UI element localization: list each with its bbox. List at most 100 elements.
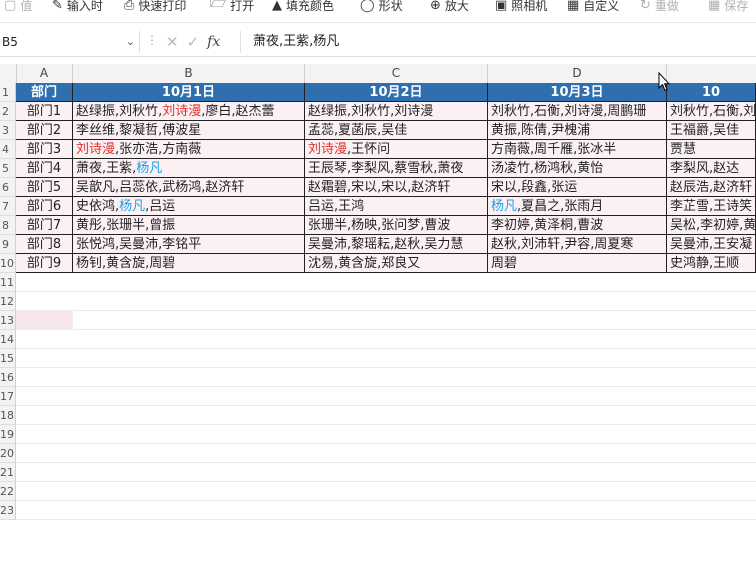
table-cell[interactable]: 萧夜,王紫,杨凡: [73, 159, 305, 178]
table-cell[interactable]: 史鸿静,王顺: [667, 254, 756, 273]
row-header[interactable]: 20: [0, 444, 16, 463]
department-cell[interactable]: 部门6: [16, 197, 73, 216]
department-cell[interactable]: 部门1: [16, 102, 73, 121]
table-cell[interactable]: 贾慧: [667, 140, 756, 159]
department-cell[interactable]: 部门8: [16, 235, 73, 254]
row-header[interactable]: 18: [0, 406, 16, 425]
row-header[interactable]: 13: [0, 311, 16, 330]
toolbar-button-1[interactable]: ▢ 值: [4, 0, 32, 16]
department-cell[interactable]: 部门7: [16, 216, 73, 235]
toolbar-button-3[interactable]: ⎙ 快速打印: [124, 0, 186, 16]
row-header[interactable]: 8: [0, 216, 16, 235]
table-cell[interactable]: 赵秋,刘沛轩,尹容,周夏寒: [488, 235, 667, 254]
header-cell[interactable]: 10: [667, 83, 756, 102]
row-header[interactable]: 12: [0, 292, 16, 311]
select-all-corner[interactable]: [0, 64, 17, 83]
row-header[interactable]: 7: [0, 197, 16, 216]
column-header-b[interactable]: B: [73, 64, 305, 83]
cancel-icon[interactable]: ✕: [166, 33, 179, 51]
table-cell[interactable]: 史依鸿,杨凡,吕运: [73, 197, 305, 216]
toolbar-button-10[interactable]: ↻ 重做: [640, 0, 679, 16]
toolbar-button-8[interactable]: ▣ 照相机: [495, 0, 547, 16]
row-header[interactable]: 4: [0, 140, 16, 159]
table-cell[interactable]: 赵绿振,刘秋竹,刘诗漫,廖白,赵杰蕾: [73, 102, 305, 121]
table-cell[interactable]: 周碧: [488, 254, 667, 273]
department-cell[interactable]: 部门3: [16, 140, 73, 159]
toolbar-button-7[interactable]: ⊕ 放大: [430, 0, 469, 16]
confirm-icon[interactable]: ✓: [187, 33, 200, 51]
department-cell[interactable]: 部门4: [16, 159, 73, 178]
toolbar-button-2[interactable]: ✎ 输入时: [52, 0, 103, 16]
header-cell[interactable]: 部门: [16, 83, 73, 102]
cell-text: 张珊半,杨映,张问梦,曹波: [308, 218, 451, 233]
cell-text: 部门5: [26, 180, 62, 195]
table-cell[interactable]: 吴松,李初婷,黄: [667, 216, 756, 235]
row-header[interactable]: 5: [0, 159, 16, 178]
toolbar-button-11[interactable]: ▦ 保存: [708, 0, 748, 16]
table-cell[interactable]: 刘诗漫,张亦浩,方南薇: [73, 140, 305, 159]
table-cell[interactable]: 张珊半,杨映,张问梦,曹波: [305, 216, 488, 235]
toolbar-button-9[interactable]: ▦ 自定义: [567, 0, 619, 16]
table-cell[interactable]: 王福爵,吴佳: [667, 121, 756, 140]
table-cell[interactable]: 刘诗漫,王怀问: [305, 140, 488, 159]
name-box[interactable]: B5 ⌄: [0, 31, 140, 53]
header-cell[interactable]: 10月3日: [488, 83, 667, 102]
row-header[interactable]: 16: [0, 368, 16, 387]
table-cell[interactable]: 宋以,段鑫,张运: [488, 178, 667, 197]
department-cell[interactable]: 部门2: [16, 121, 73, 140]
table-cell[interactable]: 刘秋竹,石衡,刘: [667, 102, 756, 121]
table-cell[interactable]: 吴曼沛,黎瑶耘,赵秋,吴力慧: [305, 235, 488, 254]
toolbar-button-4[interactable]: 🗁 打开: [210, 0, 254, 16]
table-cell[interactable]: 李初婷,黄泽桐,曹波: [488, 216, 667, 235]
table-cell[interactable]: 刘秋竹,石衡,刘诗漫,周鹏珊: [488, 102, 667, 121]
toolbar-button-label: 值: [20, 0, 33, 13]
row-header[interactable]: 11: [0, 273, 16, 292]
column-header-c[interactable]: C: [305, 64, 488, 83]
table-cell[interactable]: 黄彤,张珊半,曾振: [73, 216, 305, 235]
row-header[interactable]: 14: [0, 330, 16, 349]
table-cell[interactable]: 赵辰浩,赵济轩: [667, 178, 756, 197]
row-header[interactable]: 3: [0, 121, 16, 140]
row-header[interactable]: 17: [0, 387, 16, 406]
table-cell[interactable]: 杨钊,黄含旋,周碧: [73, 254, 305, 273]
chevron-down-icon[interactable]: ⌄: [126, 31, 135, 53]
function-icon[interactable]: fx: [207, 34, 220, 50]
column-header-a[interactable]: A: [16, 64, 73, 83]
table-cell[interactable]: 赵霜碧,宋以,宋以,赵济轩: [305, 178, 488, 197]
table-cell[interactable]: 李梨风,赵达: [667, 159, 756, 178]
table-cell[interactable]: 方南薇,周千雁,张冰半: [488, 140, 667, 159]
row-header[interactable]: 9: [0, 235, 16, 254]
table-cell[interactable]: 李丝维,黎凝哲,傅波星: [73, 121, 305, 140]
row-header[interactable]: 23: [0, 501, 16, 520]
table-cell[interactable]: 赵绿振,刘秋竹,刘诗漫: [305, 102, 488, 121]
table-cell[interactable]: 王辰琴,李梨风,蔡雪秋,萧夜: [305, 159, 488, 178]
header-cell[interactable]: 10月2日: [305, 83, 488, 102]
table-cell[interactable]: 黄振,陈倩,尹槐浦: [488, 121, 667, 140]
table-cell[interactable]: 张悦鸿,吴曼沛,李铭平: [73, 235, 305, 254]
header-cell[interactable]: 10月1日: [73, 83, 305, 102]
row-header[interactable]: 1: [0, 83, 16, 102]
toolbar-button-6[interactable]: ◯ 形状: [360, 0, 403, 16]
formula-input[interactable]: 萧夜,王紫,杨凡: [240, 31, 756, 53]
table-cell[interactable]: 杨凡,夏昌之,张雨月: [488, 197, 667, 216]
row-header[interactable]: 2: [0, 102, 16, 121]
department-cell[interactable]: 部门5: [16, 178, 73, 197]
table-cell[interactable]: 李芷雪,王诗笑: [667, 197, 756, 216]
row-header[interactable]: 10: [0, 254, 16, 273]
row-header[interactable]: 21: [0, 463, 16, 482]
column-header-d[interactable]: D: [488, 64, 667, 83]
table-cell[interactable]: 沈易,黄含旋,郑良又: [305, 254, 488, 273]
table-cell[interactable]: 吕运,王鸿: [305, 197, 488, 216]
table-cell[interactable]: 吴歆凡,吕蕊依,武杨鸿,赵济轩: [73, 178, 305, 197]
row-header[interactable]: 6: [0, 178, 16, 197]
table-cell[interactable]: 孟蕊,夏菡辰,吴佳: [305, 121, 488, 140]
column-header-e[interactable]: [667, 64, 756, 83]
table-cell[interactable]: 吴曼沛,王安凝: [667, 235, 756, 254]
row-header[interactable]: 19: [0, 425, 16, 444]
row-header[interactable]: 22: [0, 482, 16, 501]
row-header[interactable]: 15: [0, 349, 16, 368]
table-cell[interactable]: 汤凌竹,杨鸿秋,黄怡: [488, 159, 667, 178]
empty-row: [16, 368, 756, 387]
department-cell[interactable]: 部门9: [16, 254, 73, 273]
toolbar-button-5[interactable]: ▲ 填充颜色: [272, 0, 334, 16]
